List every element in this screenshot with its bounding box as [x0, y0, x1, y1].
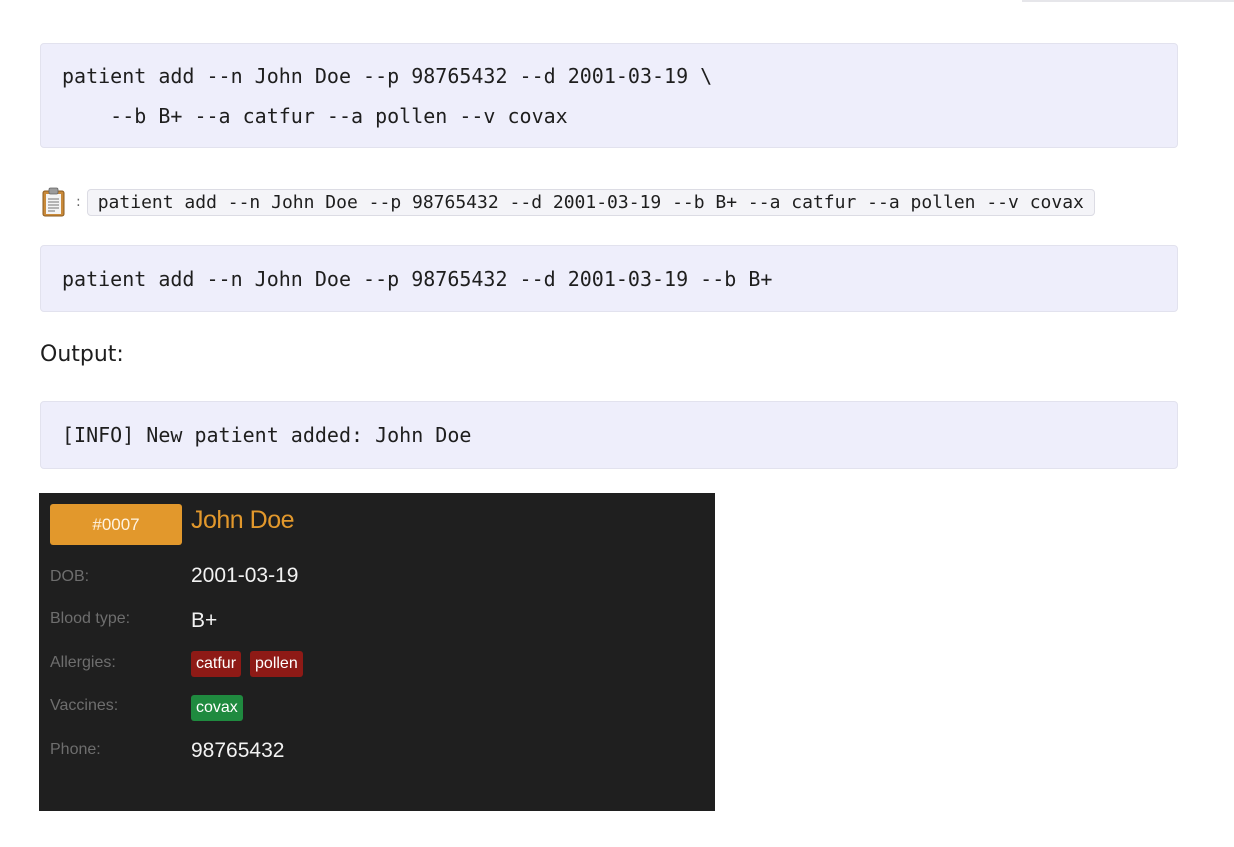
code-block-output: [INFO] New patient added: John Doe — [40, 401, 1178, 469]
top-edge-divider — [1022, 0, 1234, 2]
patient-name: John Doe — [191, 506, 295, 534]
allergy-tag: catfur — [191, 651, 242, 677]
copy-command-row: : patient add --n John Doe --p 98765432 … — [40, 186, 1095, 218]
inline-command-code[interactable]: patient add --n John Doe --p 98765432 --… — [86, 188, 1095, 216]
vaccines-tags: covax — [191, 695, 243, 721]
allergy-tag: pollen — [250, 651, 303, 677]
vaccines-label: Vaccines: — [50, 697, 119, 714]
code-line: patient add --n John Doe --p 98765432 --… — [62, 64, 713, 88]
patient-id-badge: #0007 — [50, 504, 182, 545]
code-line: patient add --n John Doe --p 98765432 --… — [62, 267, 773, 291]
dob-label: DOB: — [50, 568, 90, 585]
dob-value: 2001-03-19 — [191, 564, 299, 587]
output-heading: Output: — [40, 342, 124, 367]
vaccine-tag: covax — [191, 695, 243, 721]
page: patient add --n John Doe --p 98765432 --… — [0, 0, 1234, 847]
phone-label: Phone: — [50, 741, 101, 758]
code-line: --b B+ --a catfur --a pollen --v covax — [62, 104, 568, 128]
allergies-tags: catfur pollen — [191, 651, 303, 677]
clipboard-icon[interactable] — [40, 187, 68, 217]
allergies-label: Allergies: — [50, 654, 116, 671]
blood-type-label: Blood type: — [50, 610, 131, 627]
code-block-full-command: patient add --n John Doe --p 98765432 --… — [40, 43, 1178, 148]
code-line: [INFO] New patient added: John Doe — [62, 423, 472, 447]
patient-card: #0007 John Doe DOB: 2001-03-19 Blood typ… — [39, 493, 715, 811]
blood-type-value: B+ — [191, 609, 218, 632]
code-block-short-command: patient add --n John Doe --p 98765432 --… — [40, 245, 1178, 312]
copy-separator: : — [76, 194, 81, 210]
phone-value: 98765432 — [191, 739, 285, 762]
